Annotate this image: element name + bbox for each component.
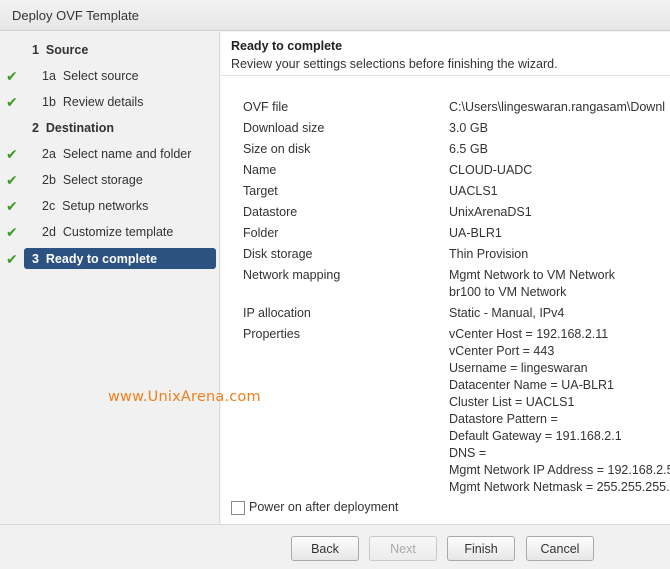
power-on-label: Power on after deployment <box>249 500 399 514</box>
step-label: 1b Review details <box>42 95 144 109</box>
check-icon: ✔ <box>6 172 18 188</box>
step-label: 1 Source <box>32 43 89 57</box>
panel-header: Ready to complete Review your settings s… <box>221 32 670 76</box>
step-label: 2c Setup networks <box>42 199 149 213</box>
step-2-destination[interactable]: 2 Destination <box>0 118 220 138</box>
check-icon: ✔ <box>6 198 18 214</box>
step-2c-setup-networks[interactable]: ✔ 2c Setup networks <box>0 196 220 216</box>
step-label: 2 Destination <box>32 121 114 135</box>
window-titlebar: Deploy OVF Template <box>0 0 670 31</box>
wizard-footer: Back Next Finish Cancel <box>0 524 670 569</box>
step-1b-review-details[interactable]: ✔ 1b Review details <box>0 92 220 112</box>
step-3-ready-to-complete[interactable]: ✔ 3 Ready to complete <box>0 248 220 269</box>
panel-subtitle: Review your settings selections before f… <box>231 57 558 71</box>
step-2b-select-storage[interactable]: ✔ 2b Select storage <box>0 170 220 190</box>
cancel-button[interactable]: Cancel <box>526 536 594 561</box>
finish-button[interactable]: Finish <box>447 536 515 561</box>
step-label: 2d Customize template <box>42 225 174 239</box>
check-icon: ✔ <box>6 68 18 84</box>
step-label: 2b Select storage <box>42 173 143 187</box>
check-icon: ✔ <box>6 224 18 240</box>
step-1-source[interactable]: 1 Source <box>0 40 220 60</box>
check-icon: ✔ <box>6 94 18 110</box>
step-2a-select-name-and-folder[interactable]: ✔ 2a Select name and folder <box>0 144 220 164</box>
window-title: Deploy OVF Template <box>12 8 139 23</box>
step-label: 2a Select name and folder <box>42 147 192 161</box>
check-icon: ✔ <box>6 251 18 267</box>
review-panel: Ready to complete Review your settings s… <box>221 32 670 524</box>
back-button[interactable]: Back <box>291 536 359 561</box>
step-label: 3 Ready to complete <box>32 252 158 266</box>
wizard-steps-sidebar: 1 Source ✔ 1a Select source ✔ 1b Review … <box>0 32 220 524</box>
checkbox-box[interactable] <box>231 501 245 515</box>
step-2d-customize-template[interactable]: ✔ 2d Customize template <box>0 222 220 242</box>
next-button[interactable]: Next <box>369 536 437 561</box>
watermark-text: www.UnixArena.com <box>108 389 261 405</box>
check-icon: ✔ <box>6 146 18 162</box>
step-label: 1a Select source <box>42 69 139 83</box>
step-1a-select-source[interactable]: ✔ 1a Select source <box>0 66 220 86</box>
panel-title: Ready to complete <box>231 39 343 53</box>
